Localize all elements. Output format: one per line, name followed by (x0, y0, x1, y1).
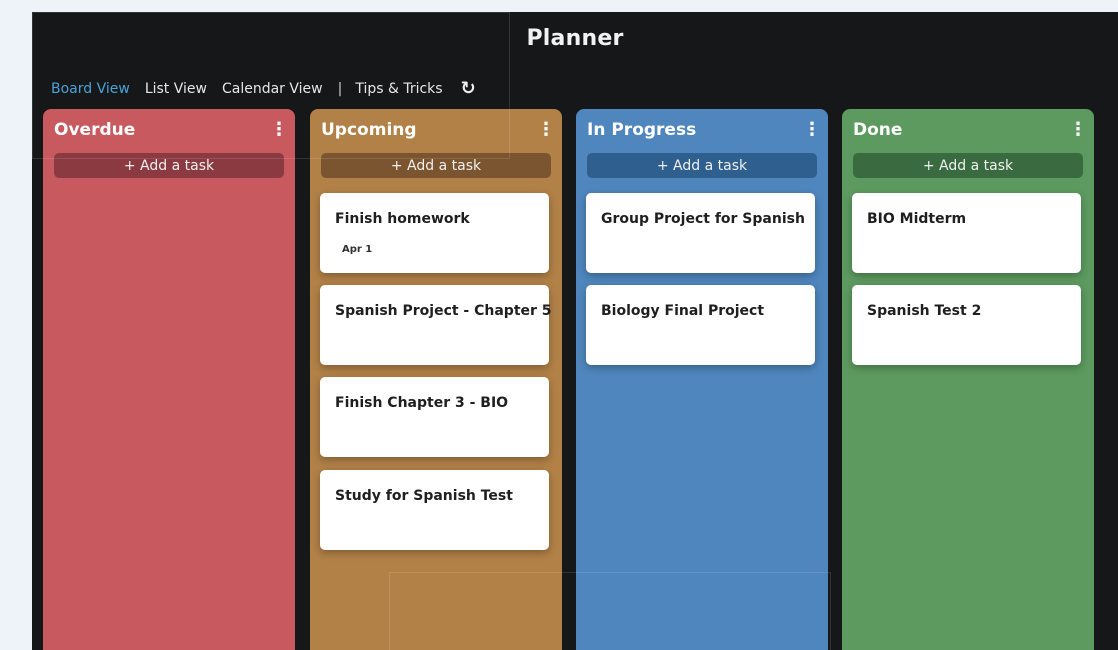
task-due-date: Apr 1 (342, 244, 373, 255)
task-title: Study for Spanish Test (335, 488, 513, 504)
nav-calendar-view[interactable]: Calendar View (222, 81, 323, 97)
page-title: Planner (526, 26, 624, 51)
column-menu-icon[interactable]: ⋮ (270, 119, 288, 140)
task-card[interactable]: Finish Chapter 3 - BIO (320, 377, 549, 457)
column-header: Overdue ⋮ (54, 119, 288, 140)
nav-board-view[interactable]: Board View (51, 81, 130, 97)
task-card[interactable]: Finish homework Apr 1 (320, 193, 549, 273)
column-header: Done ⋮ (853, 119, 1087, 140)
task-title: BIO Midterm (867, 211, 967, 227)
task-card[interactable]: Spanish Project - Chapter 5 (320, 285, 552, 365)
column-title: Upcoming (321, 119, 417, 140)
add-task-button[interactable]: + Add a task (587, 153, 817, 178)
task-card[interactable]: Spanish Test 2 (852, 285, 1081, 365)
task-card[interactable]: Study for Spanish Test (320, 470, 549, 550)
column-title: Done (853, 119, 903, 140)
task-title: Spanish Test 2 (867, 303, 982, 319)
add-task-button[interactable]: + Add a task (321, 153, 551, 178)
task-title: Biology Final Project (601, 303, 765, 319)
column-upcoming: Upcoming ⋮ + Add a task Finish homework Apr … (310, 109, 562, 650)
nav-list-view[interactable]: List View (145, 81, 207, 97)
task-title: Finish Chapter 3 - BIO (335, 395, 509, 411)
task-card[interactable]: Biology Final Project (586, 285, 815, 365)
task-title: Group Project for Spanish (601, 211, 805, 227)
task-title: Finish homework (335, 211, 470, 227)
task-title: Spanish Project - Chapter 5 (335, 303, 552, 319)
view-nav: Board View List View Calendar View | Tip… (51, 80, 476, 98)
column-title: In Progress (587, 119, 697, 140)
task-card[interactable]: BIO Midterm (852, 193, 1081, 273)
nav-separator: | (337, 81, 343, 97)
column-menu-icon[interactable]: ⋮ (1069, 119, 1087, 140)
column-title: Overdue (54, 119, 136, 140)
column-menu-icon[interactable]: ⋮ (803, 119, 821, 140)
add-task-button[interactable]: + Add a task (853, 153, 1083, 178)
column-header: In Progress ⋮ (587, 119, 821, 140)
task-card[interactable]: Group Project for Spanish (586, 193, 815, 273)
nav-tips-and-tricks[interactable]: Tips & Tricks (355, 81, 442, 97)
column-in-progress: In Progress ⋮ + Add a task Group Project fo… (576, 109, 828, 650)
column-overdue: Overdue ⋮ + Add a task (43, 109, 295, 650)
column-menu-icon[interactable]: ⋮ (537, 119, 555, 140)
add-task-button[interactable]: + Add a task (54, 153, 284, 178)
refresh-icon[interactable]: ↻ (461, 80, 476, 98)
planner-app: Planner Board View List View Calendar Vi… (32, 12, 1118, 650)
column-done: Done ⋮ + Add a task BIO Midterm Spanish Test… (842, 109, 1094, 650)
column-header: Upcoming ⋮ (321, 119, 555, 140)
